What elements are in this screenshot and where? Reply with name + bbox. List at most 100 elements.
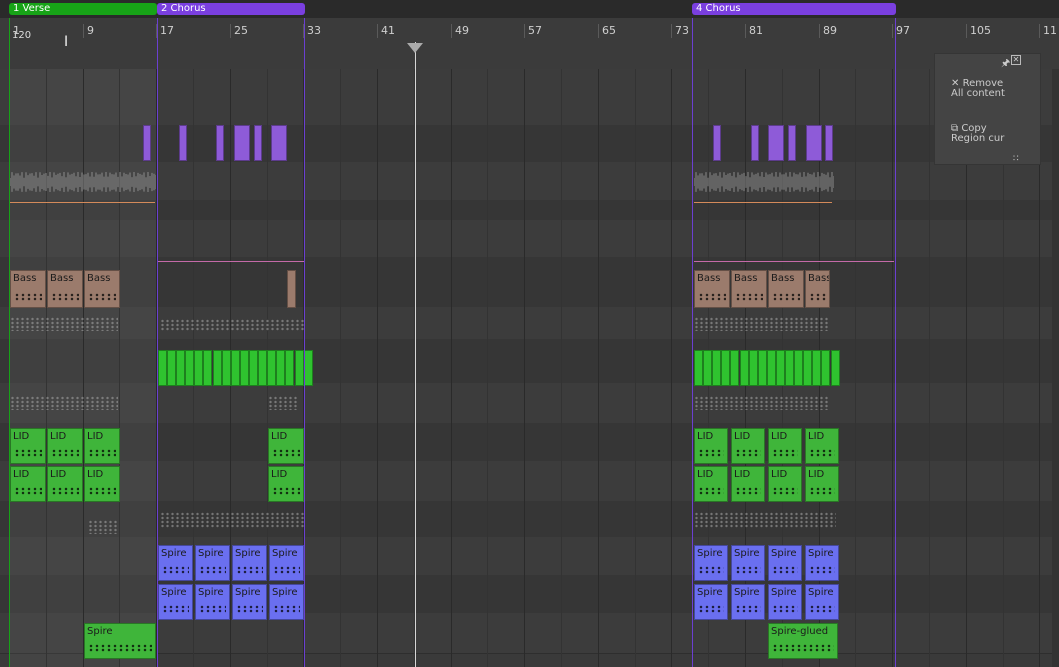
clip[interactable]: [776, 350, 785, 386]
clip[interactable]: [185, 350, 194, 386]
remove-all-content-button[interactable]: ✕ Remove All content: [951, 79, 1005, 99]
clip[interactable]: [712, 350, 721, 386]
clip[interactable]: [231, 350, 240, 386]
clip[interactable]: [788, 125, 796, 161]
clip[interactable]: LID: [731, 428, 765, 464]
playhead-triangle-icon[interactable]: [407, 43, 423, 53]
clip[interactable]: [703, 350, 712, 386]
clip[interactable]: LID: [47, 466, 83, 502]
clip[interactable]: [222, 350, 231, 386]
clip[interactable]: [812, 350, 821, 386]
clip[interactable]: LID: [47, 428, 83, 464]
track-lane[interactable]: [0, 383, 1059, 424]
marker-chorus-4[interactable]: 4 Chorus: [692, 3, 896, 15]
track-lane[interactable]: [0, 125, 1059, 163]
track-lane[interactable]: [0, 501, 1059, 538]
clip[interactable]: Bass: [731, 270, 767, 308]
clip[interactable]: [276, 350, 285, 386]
clip[interactable]: [258, 350, 267, 386]
clip[interactable]: [304, 350, 313, 386]
clip[interactable]: [825, 125, 833, 161]
clip[interactable]: Bass: [84, 270, 120, 308]
clip[interactable]: Bass: [768, 270, 804, 308]
clip[interactable]: [194, 350, 203, 386]
clip[interactable]: [721, 350, 730, 386]
clip[interactable]: Spire: [158, 545, 193, 581]
clip[interactable]: [179, 125, 187, 161]
clip[interactable]: Spire: [232, 545, 267, 581]
clip[interactable]: [785, 350, 794, 386]
track-lane[interactable]: [0, 69, 1059, 126]
pin-icon[interactable]: 🖈: [1001, 56, 1010, 73]
clip[interactable]: Spire: [694, 584, 728, 620]
clip[interactable]: [158, 350, 167, 386]
clip[interactable]: LID: [10, 428, 46, 464]
clip[interactable]: [234, 125, 250, 161]
clip[interactable]: Spire: [269, 584, 304, 620]
clip[interactable]: [249, 350, 258, 386]
track-lane[interactable]: [0, 220, 1059, 258]
clip[interactable]: Spire: [195, 545, 230, 581]
clip[interactable]: [213, 350, 222, 386]
clip[interactable]: Spire: [158, 584, 193, 620]
clip[interactable]: Spire: [232, 584, 267, 620]
clip[interactable]: [267, 350, 276, 386]
clip[interactable]: LID: [768, 466, 802, 502]
clip[interactable]: [767, 350, 776, 386]
clip[interactable]: [694, 350, 703, 386]
clip[interactable]: Bass: [805, 270, 830, 308]
clip[interactable]: Bass: [47, 270, 83, 308]
clip[interactable]: [216, 125, 224, 161]
clip[interactable]: Spire: [805, 545, 839, 581]
clip[interactable]: LID: [10, 466, 46, 502]
clip[interactable]: Bass: [10, 270, 46, 308]
clip[interactable]: [176, 350, 185, 386]
clip[interactable]: [240, 350, 249, 386]
clip[interactable]: LID: [694, 428, 728, 464]
clip[interactable]: [740, 350, 749, 386]
clip[interactable]: Spire: [84, 623, 156, 659]
clip[interactable]: LID: [84, 466, 120, 502]
clip[interactable]: [730, 350, 739, 386]
resize-grip-icon[interactable]: ∷: [1013, 154, 1019, 164]
clip[interactable]: [749, 350, 758, 386]
clip[interactable]: [285, 350, 294, 386]
clip[interactable]: LID: [268, 428, 304, 464]
clip[interactable]: [271, 125, 287, 161]
clip[interactable]: Spire: [731, 545, 765, 581]
playhead-line[interactable]: [415, 42, 416, 667]
clip[interactable]: Spire: [269, 545, 304, 581]
clip[interactable]: [203, 350, 212, 386]
clip[interactable]: LID: [731, 466, 765, 502]
clip[interactable]: Spire: [731, 584, 765, 620]
clip[interactable]: [758, 350, 767, 386]
track-lane[interactable]: [0, 200, 1059, 221]
clip[interactable]: [768, 125, 784, 161]
clip[interactable]: [806, 125, 822, 161]
clip[interactable]: [143, 125, 151, 161]
track-lane[interactable]: [0, 307, 1059, 340]
clip[interactable]: Spire: [805, 584, 839, 620]
clip[interactable]: [821, 350, 830, 386]
clip[interactable]: [713, 125, 721, 161]
clip[interactable]: Spire-glued: [768, 623, 838, 659]
copy-region-button[interactable]: ⧉ Copy Region cur: [951, 124, 1004, 144]
clip[interactable]: [831, 350, 840, 386]
clip[interactable]: LID: [805, 428, 839, 464]
clip[interactable]: LID: [694, 466, 728, 502]
track-lane[interactable]: [0, 423, 1059, 462]
track-lane[interactable]: [0, 461, 1059, 502]
clip[interactable]: LID: [768, 428, 802, 464]
clip[interactable]: [167, 350, 176, 386]
marker-verse[interactable]: 1 Verse: [9, 3, 157, 15]
clip[interactable]: LID: [84, 428, 120, 464]
close-box-icon[interactable]: ✕: [1011, 55, 1021, 65]
clip[interactable]: Spire: [195, 584, 230, 620]
clip[interactable]: [254, 125, 262, 161]
vertical-scrollbar[interactable]: [1052, 69, 1059, 667]
clip[interactable]: LID: [805, 466, 839, 502]
clip[interactable]: [803, 350, 812, 386]
clip[interactable]: Spire: [694, 545, 728, 581]
clip[interactable]: [295, 350, 304, 386]
marker-chorus-2[interactable]: 2 Chorus: [157, 3, 305, 15]
